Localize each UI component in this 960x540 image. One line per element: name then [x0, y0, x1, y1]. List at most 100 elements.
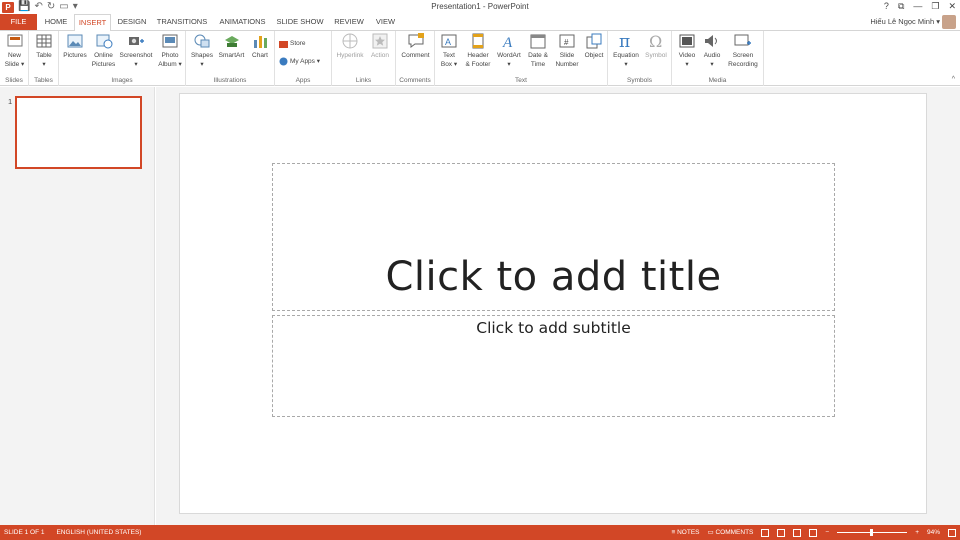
- chart-button[interactable]: Chart: [248, 32, 272, 60]
- user-name: Hiếu Lê Ngọc Minh: [870, 17, 935, 26]
- shapes-icon: [194, 34, 210, 48]
- help-button[interactable]: ?: [884, 1, 889, 12]
- online-pictures-icon: [96, 34, 112, 49]
- zoom-slider[interactable]: [837, 529, 908, 536]
- zoom-in-button[interactable]: +: [915, 525, 919, 540]
- header-footer-icon: [472, 33, 484, 49]
- group-illustrations: Shapes ▾ SmartArt Chart Illustrations: [186, 31, 275, 86]
- comment-icon: [408, 33, 424, 48]
- speaker-icon: [705, 35, 717, 47]
- object-button[interactable]: Object: [581, 32, 607, 60]
- chart-icon: [254, 36, 267, 48]
- group-comments: Comment Comments: [396, 31, 435, 86]
- slide-thumbnail-number: 1: [8, 97, 13, 106]
- normal-view-icon[interactable]: [761, 528, 770, 537]
- slide-canvas[interactable]: Click to add title Click to add subtitle: [179, 93, 927, 514]
- tab-animations[interactable]: ANIMATIONS: [215, 14, 270, 30]
- slide-number-icon: #: [559, 34, 575, 48]
- fit-slide-icon[interactable]: [948, 528, 956, 537]
- wordart-button[interactable]: A WordArt ▾: [494, 32, 524, 69]
- table-icon: [36, 34, 52, 48]
- omega-symbol-icon: Ω: [649, 32, 662, 50]
- store-button[interactable]: Store: [279, 39, 306, 48]
- reading-view-icon[interactable]: [793, 528, 802, 537]
- tab-view[interactable]: VIEW: [372, 14, 399, 30]
- ribbon-insert: New Slide ▾ Slides Table ▾ Tables Pictures…: [0, 30, 960, 86]
- tab-transitions[interactable]: TRANSITIONS: [154, 14, 210, 30]
- symbol-button[interactable]: Ω Symbol: [642, 32, 670, 60]
- object-icon: [586, 33, 602, 49]
- maximize-button[interactable]: ❐: [931, 1, 939, 12]
- group-slides: New Slide ▾ Slides: [0, 31, 29, 86]
- online-pictures-button[interactable]: Online Pictures: [89, 32, 118, 69]
- title-placeholder-text: Click to add title: [385, 254, 722, 300]
- comment-button[interactable]: Comment: [398, 32, 433, 60]
- language-status[interactable]: ENGLISH (UNITED STATES): [56, 525, 141, 540]
- wordart-icon: A: [502, 35, 513, 50]
- window-controls: ? ⧉ — ❐ ✕: [884, 1, 956, 12]
- screenshot-button[interactable]: Screenshot ▾: [118, 32, 154, 69]
- subtitle-placeholder[interactable]: Click to add subtitle: [272, 315, 835, 417]
- header-footer-button[interactable]: Header & Footer: [462, 32, 494, 69]
- notes-button[interactable]: ≡ NOTES: [672, 525, 700, 540]
- minimize-button[interactable]: —: [913, 1, 922, 12]
- slide-show-icon[interactable]: [809, 528, 818, 537]
- user-account[interactable]: Hiếu Lê Ngọc Minh ▾: [870, 17, 940, 26]
- tab-slide-show[interactable]: SLIDE SHOW: [274, 14, 326, 30]
- zoom-slider-thumb[interactable]: [870, 529, 874, 536]
- tab-review[interactable]: REVIEW: [331, 14, 367, 30]
- smartart-icon: [224, 36, 239, 47]
- zoom-out-button[interactable]: −: [825, 525, 829, 540]
- zoom-level[interactable]: 94%: [927, 525, 940, 540]
- video-button[interactable]: Video ▾: [675, 32, 699, 69]
- text-box-button[interactable]: A Text Box ▾: [437, 32, 461, 69]
- smartart-button[interactable]: SmartArt: [215, 32, 248, 60]
- pictures-button[interactable]: Pictures: [61, 32, 89, 60]
- collapse-ribbon-button[interactable]: ^: [952, 76, 955, 83]
- slide-editor: Click to add title Click to add subtitle: [156, 87, 960, 525]
- ribbon-tabs: FILE HOME INSERT DESIGN TRANSITIONS ANIM…: [0, 14, 960, 31]
- tab-home[interactable]: HOME: [40, 14, 72, 30]
- action-icon: [372, 33, 388, 49]
- hyperlink-icon: [342, 33, 358, 49]
- pictures-icon: [67, 34, 83, 48]
- screen-recording-button[interactable]: Screen Recording: [724, 32, 762, 69]
- date-time-button[interactable]: Date & Time: [524, 32, 552, 69]
- equation-button[interactable]: π Equation ▾: [610, 32, 642, 69]
- slide-thumbnail[interactable]: [15, 96, 142, 169]
- tab-insert[interactable]: INSERT: [74, 14, 111, 31]
- subtitle-placeholder-text: Click to add subtitle: [476, 319, 631, 337]
- calendar-icon: [530, 34, 546, 49]
- group-media: Video ▾ Audio ▾ Screen Recording Media: [672, 31, 764, 86]
- tab-file[interactable]: FILE: [0, 14, 37, 30]
- svg-text:A: A: [502, 35, 513, 50]
- svg-text:A: A: [445, 37, 451, 47]
- ribbon-display-options-button[interactable]: ⧉: [898, 1, 904, 12]
- text-box-icon: A: [441, 34, 457, 48]
- table-button[interactable]: Table ▾: [32, 32, 56, 69]
- title-placeholder[interactable]: Click to add title: [272, 163, 835, 311]
- equation-icon: π: [619, 32, 630, 50]
- title-bar: P 💾 ↶ ↻ ▭ ▾ Presentation1 - PowerPoint ?…: [0, 0, 960, 14]
- new-slide-button[interactable]: New Slide ▾: [2, 32, 27, 69]
- comments-button[interactable]: ▭ COMMENTS: [708, 525, 754, 540]
- slide-sorter-icon[interactable]: [777, 528, 786, 537]
- tab-design[interactable]: DESIGN: [114, 14, 150, 30]
- action-button[interactable]: Action: [367, 32, 393, 60]
- audio-button[interactable]: Audio ▾: [700, 32, 724, 69]
- my-apps-button[interactable]: My Apps ▾: [279, 57, 320, 66]
- photo-album-button[interactable]: Photo Album ▾: [155, 32, 185, 69]
- close-button[interactable]: ✕: [948, 1, 956, 12]
- avatar[interactable]: [942, 15, 956, 29]
- slide-count-status[interactable]: SLIDE 1 OF 1: [4, 525, 44, 540]
- window-title: Presentation1 - PowerPoint: [431, 2, 529, 11]
- svg-text:π: π: [619, 32, 630, 50]
- group-text: A Text Box ▾ Header & Footer A WordArt ▾ Da…: [435, 31, 608, 86]
- group-links: Hyperlink Action Links: [332, 31, 396, 86]
- slide-number-button[interactable]: # Slide Number: [552, 32, 582, 69]
- hyperlink-button[interactable]: Hyperlink: [334, 32, 366, 60]
- group-tables: Table ▾ Tables: [29, 31, 59, 86]
- new-slide-icon: [7, 34, 22, 47]
- shapes-button[interactable]: Shapes ▾: [189, 32, 215, 69]
- status-bar: SLIDE 1 OF 1 ENGLISH (UNITED STATES) ≡ N…: [0, 525, 960, 540]
